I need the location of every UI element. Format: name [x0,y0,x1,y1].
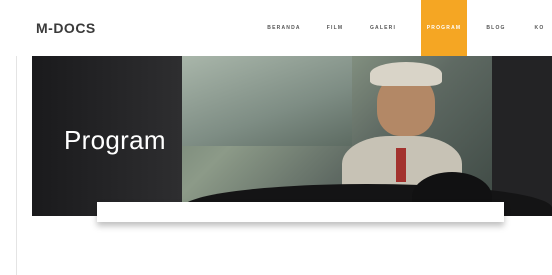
content-card [97,202,504,222]
nav-item-program[interactable]: PROGRAM [421,0,467,56]
hero-person-cap [370,62,442,86]
page-title: Program [64,125,166,155]
nav-item-film[interactable]: FILM [322,0,348,56]
site-logo[interactable]: M-DOCS [36,20,96,36]
nav-item-beranda[interactable]: BERANDA [264,0,304,56]
nav-item-blog[interactable]: BLOG [482,0,510,56]
hero-window [182,56,352,146]
hero-person-tie [396,148,406,182]
hero-banner: Program [32,56,552,216]
nav-item-galeri[interactable]: GALERI [366,0,400,56]
site-header: M-DOCS BERANDA FILM GALERI PROGRAM BLOG … [16,0,552,56]
nav-item-ko[interactable]: KO [527,0,552,56]
